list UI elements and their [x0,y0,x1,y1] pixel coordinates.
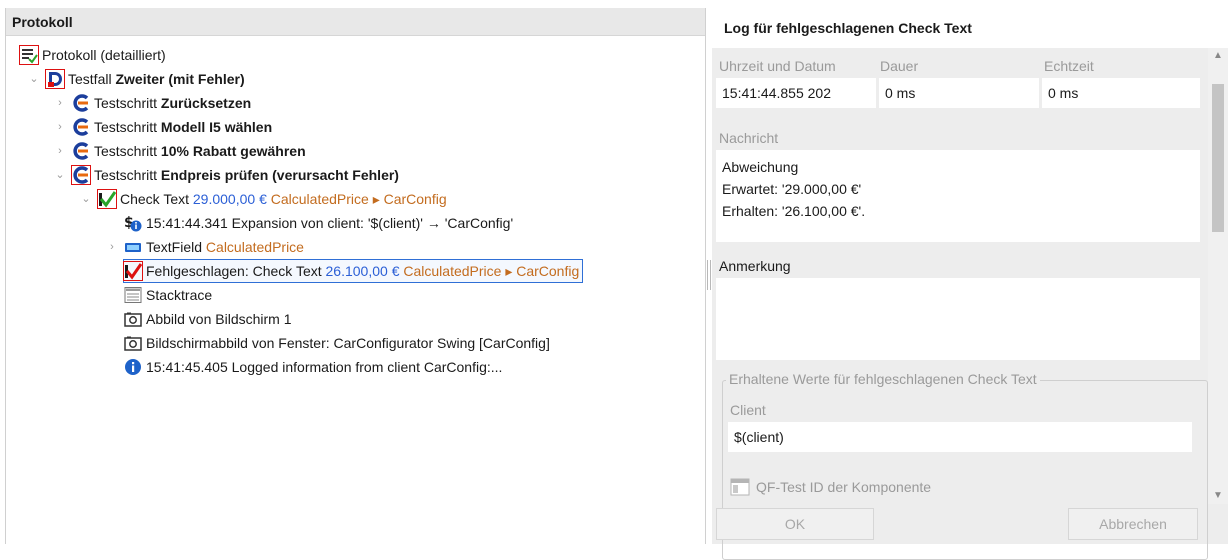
split-divider-handle[interactable] [707,260,711,290]
protocol-panel-title: Protokoll [6,8,705,36]
client-field[interactable]: $(client) [728,422,1192,452]
check-error-icon [97,189,117,209]
message-line: Erwartet: '29.000,00 €' [722,181,862,197]
scroll-down-icon[interactable]: ▼ [1208,488,1228,504]
tree-node-label: 15:41:44.341 Expansion von client: '$(cl… [146,215,514,231]
ok-button[interactable]: OK [716,508,874,540]
screenshot-icon [124,334,142,352]
tree-node-label: 15:41:45.405 Logged information from cli… [146,359,503,375]
time-date-label: Uhrzeit und Datum [719,58,836,74]
tree-node-label: Testschritt [94,119,158,135]
tree-node-textfield[interactable]: TextField CalculatedPrice [124,236,304,258]
tree-node-value: 26.100,00 € [325,263,400,279]
client-label: Client [730,402,766,418]
chevron-right-icon[interactable]: › [54,116,66,138]
comment-label: Anmerkung [719,258,791,274]
tree-node-label: Fehlgeschlagen: Check Text [146,263,322,279]
screenshot-icon [124,310,142,328]
stacktrace-icon [124,286,142,304]
duration-label: Dauer [880,58,919,74]
details-panel-title: Log für fehlgeschlagenen Check Text [712,8,1228,48]
scrollbar-thumb[interactable] [1212,84,1224,232]
duration-field[interactable]: 0 ms [879,78,1039,108]
tree-node-check-text[interactable]: Check Text 29.000,00 € CalculatedPrice ▸… [97,188,447,210]
tree-node-teststep[interactable]: Testschritt Modell I5 wählen [72,116,272,138]
message-line: Erhalten: '26.100,00 €'. [722,203,866,219]
received-values-group-title: Erhaltene Werte für fehlgeschlagenen Che… [726,371,1040,387]
tree-node-value: 29.000,00 € [192,191,267,207]
comment-textarea[interactable] [716,278,1200,360]
tree-node-teststep[interactable]: Testschritt Zurücksetzen [72,92,251,114]
realtime-label: Echtzeit [1044,58,1094,74]
tree-node-component-path: CalculatedPrice ▸ CarConfig [270,191,447,207]
tree-node-label: Bildschirmabbild von Fenster: CarConfigu… [146,335,550,351]
tree-node-label: Testschritt [94,143,158,159]
tree-node-protocol[interactable]: Protokoll (detailliert) [19,44,166,66]
chevron-right-icon[interactable]: › [54,140,66,162]
tree-node-name: Modell I5 wählen [160,119,273,135]
tree-node-label: Testfall [68,71,112,87]
tree-node-teststep[interactable]: Testschritt Endpreis prüfen (verursacht … [71,164,399,186]
textfield-icon [124,238,142,256]
component-icon [730,478,750,496]
tree-node-name: Zweiter (mit Fehler) [115,71,245,87]
message-textarea[interactable]: Abweichung Erwartet: '29.000,00 €' Erhal… [716,150,1200,242]
chevron-right-icon[interactable]: › [54,92,66,114]
tree-node-label: Testschritt [94,95,158,111]
time-date-field[interactable]: 15:41:44.855 202 [716,78,876,108]
tree-node-label: Testschritt [94,167,158,183]
details-panel: Log für fehlgeschlagenen Check Text Uhrz… [712,8,1228,560]
tree-node-label: Stacktrace [146,287,213,303]
tree-node-label: TextField [146,239,203,255]
message-line: Abweichung [722,159,799,175]
chevron-down-icon[interactable]: ⌄ [54,164,66,186]
tree-node-label: Protokoll (detailliert) [42,47,166,63]
realtime-field[interactable]: 0 ms [1042,78,1200,108]
details-scrollbar[interactable]: ▲ ▼ [1208,48,1228,504]
chevron-down-icon[interactable]: ⌄ [28,68,40,90]
teststep-icon [72,142,90,160]
tree-node-screenshot[interactable]: Abbild von Bildschirm 1 [124,308,292,330]
component-id-text: QF-Test ID der Komponente [756,479,932,495]
info-icon [124,358,142,376]
teststep-error-icon [71,165,91,185]
tree-node-component-path: CalculatedPrice ▸ CarConfig [403,263,580,279]
chevron-right-icon[interactable]: › [106,236,118,258]
log-icon [19,45,39,65]
chevron-down-icon[interactable]: ⌄ [80,188,92,210]
tree-node-info[interactable]: 15:41:45.405 Logged information from cli… [124,356,502,378]
tree-node-testcase[interactable]: Testfall Zweiter (mit Fehler) [45,68,245,90]
tree-node-name: 10% Rabatt gewähren [160,143,306,159]
tree-node-component-path: CalculatedPrice [205,239,304,255]
variable-info-icon: $ [124,214,142,232]
tree-node-variable-expansion[interactable]: $ 15:41:44.341 Expansion von client: '$(… [124,212,513,234]
testcase-error-icon [45,69,65,89]
tree-node-check-failed[interactable]: Fehlgeschlagen: Check Text 26.100,00 € C… [122,259,584,283]
tree-node-name: Zurücksetzen [160,95,252,111]
scroll-up-icon[interactable]: ▲ [1208,48,1228,64]
tree-node-name: Endpreis prüfen (verursacht Fehler) [160,167,399,183]
teststep-icon [72,118,90,136]
tree-node-window-screenshot[interactable]: Bildschirmabbild von Fenster: CarConfigu… [124,332,550,354]
teststep-icon [72,94,90,112]
protocol-panel: Protokoll Protokoll (detailliert) ⌄ Test… [5,8,706,544]
tree-node-stacktrace[interactable]: Stacktrace [124,284,212,306]
tree-node-label: Abbild von Bildschirm 1 [146,311,292,327]
cancel-button[interactable]: Abbrechen [1068,508,1198,540]
tree-node-label: Check Text [120,191,189,207]
tree-node-teststep[interactable]: Testschritt 10% Rabatt gewähren [72,140,306,162]
component-id-label: QF-Test ID der Komponente [730,478,931,496]
message-label: Nachricht [719,130,779,146]
check-failed-icon [123,261,143,281]
